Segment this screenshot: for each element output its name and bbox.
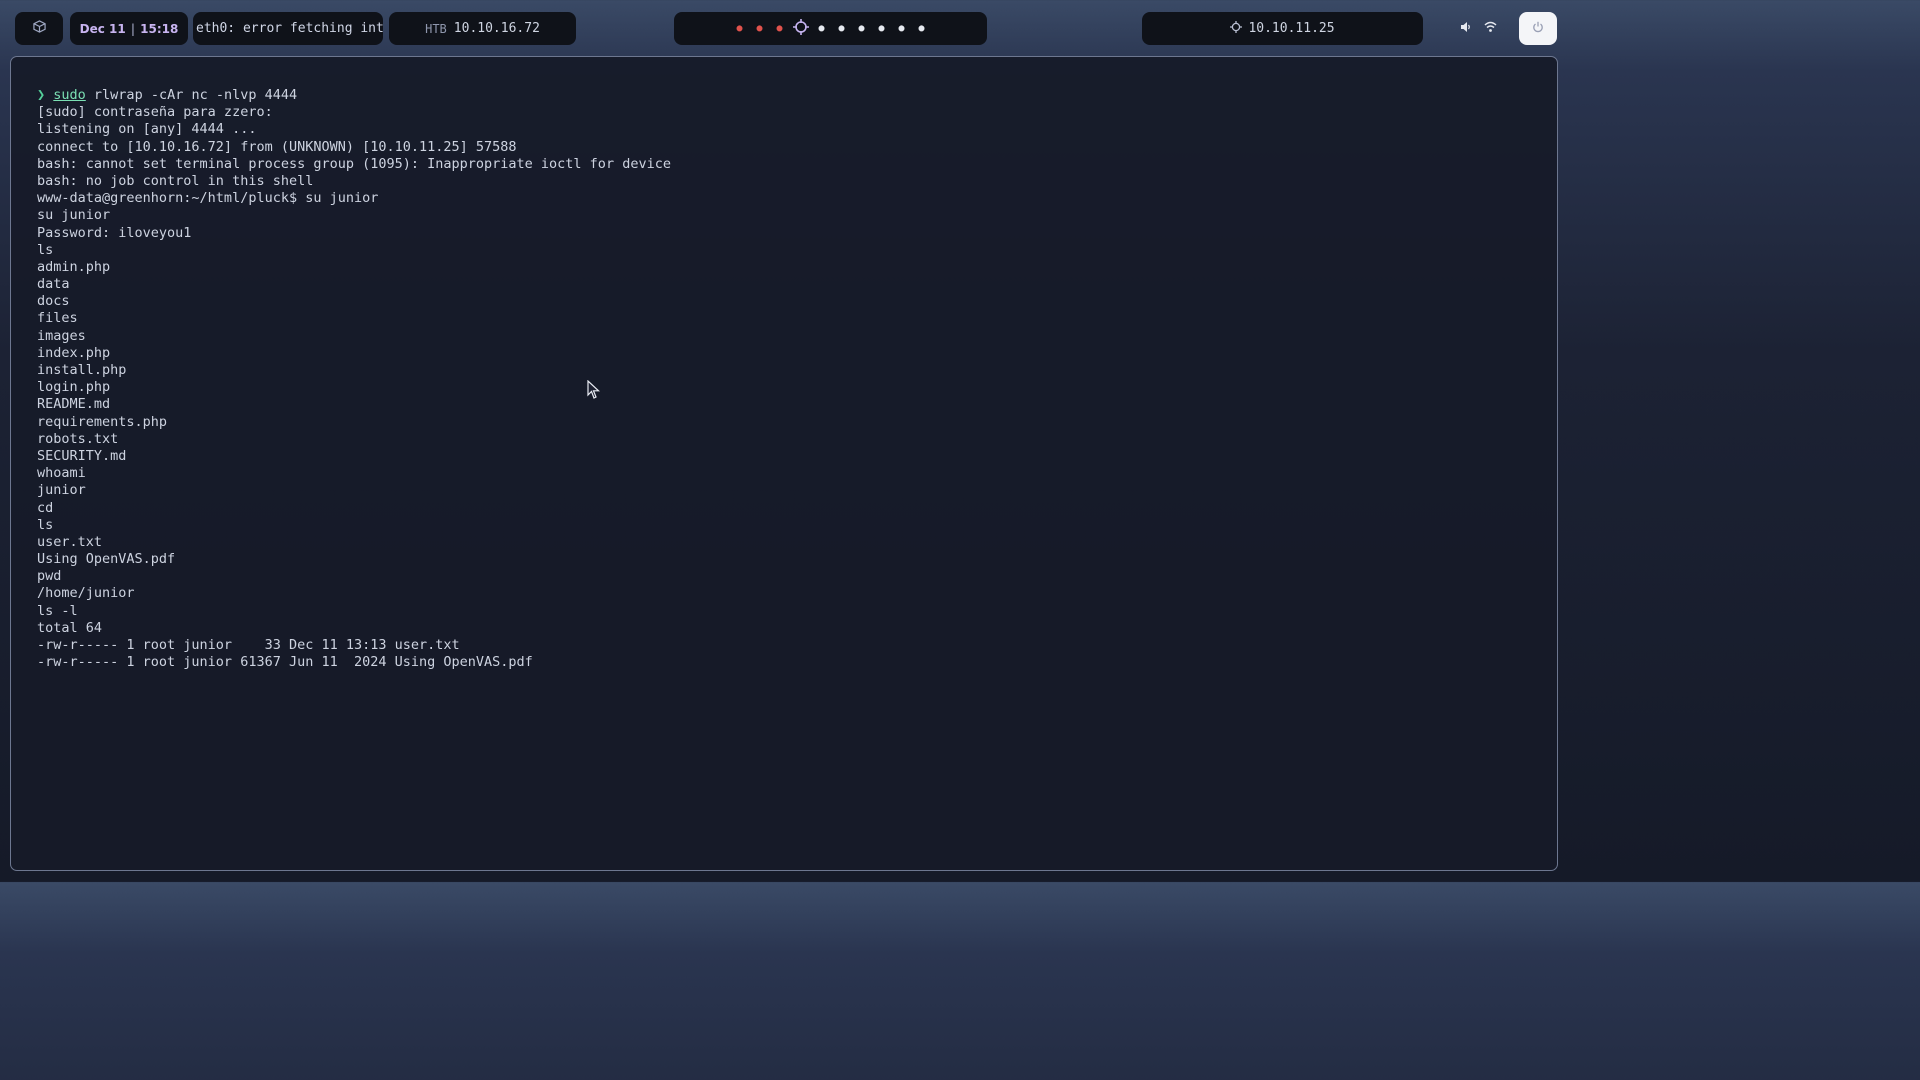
power-button[interactable] [1519, 12, 1557, 45]
terminal-line: login.php [37, 379, 111, 396]
workspace-10[interactable]: ● [912, 23, 932, 34]
command-sudo: sudo [53, 87, 86, 103]
terminal-line: su junior [37, 207, 111, 224]
terminal-line: /home/junior [37, 585, 135, 602]
terminal-window[interactable]: ❯ sudo rlwrap -cAr nc -nlvp 4444 [sudo] … [10, 56, 1558, 871]
terminal-line: ls [37, 516, 54, 533]
terminal-line: pwd [37, 568, 62, 585]
terminal-line: -rw-r----- 1 root junior 61367 Jun 11 20… [37, 654, 533, 671]
terminal-line: cd [37, 499, 54, 516]
date-text: Dec 11 [79, 21, 126, 36]
terminal-line: README.md [37, 396, 111, 413]
terminal-line: files [37, 310, 78, 327]
vpn-status[interactable]: HTB 10.10.16.72 [389, 12, 576, 45]
workspace-9[interactable]: ● [892, 23, 912, 34]
speaker-icon[interactable] [1460, 21, 1472, 37]
prompt-arrow: ❯ [37, 87, 46, 103]
power-icon [1532, 21, 1544, 37]
terminal-line: connect to [10.10.16.72] from (UNKNOWN) … [37, 138, 517, 155]
terminal-line: bash: no job control in this shell [37, 172, 314, 189]
terminal-line: total 64 [37, 619, 103, 636]
terminal-line: [sudo] contraseña para zzero: [37, 104, 273, 121]
separator: | [130, 21, 136, 36]
wifi-icon[interactable] [1483, 21, 1497, 37]
htb-ip: 10.10.16.72 [453, 21, 540, 36]
terminal-line: Using OpenVAS.pdf [37, 551, 176, 568]
terminal-line: -rw-r----- 1 root junior 33 Dec 11 13:13… [37, 637, 460, 653]
terminal-line: docs [37, 293, 70, 310]
terminal-line: whoami [37, 465, 86, 482]
target-status[interactable]: 10.10.11.25 [1142, 12, 1423, 45]
htb-label: HTB [425, 21, 447, 36]
terminal-line: www-data@greenhorn:~/html/pluck$ su juni… [37, 190, 379, 207]
terminal-line: images [37, 327, 86, 344]
workspace-5[interactable]: ● [812, 23, 832, 34]
target-ip: 10.10.11.25 [1248, 21, 1335, 36]
terminal-line: robots.txt [37, 430, 119, 447]
terminal-line: ls [37, 241, 54, 258]
workspace-2[interactable]: ● [750, 23, 770, 34]
crosshair-icon[interactable] [790, 18, 812, 39]
terminal-line: listening on [any] 4444 ... [37, 121, 257, 138]
eth-status-text: eth0: error fetching inter [196, 21, 383, 36]
clock[interactable]: Dec 11 | 15:18 [70, 12, 188, 45]
workspace-8[interactable]: ● [872, 23, 892, 34]
terminal-line: index.php [37, 344, 111, 361]
time-text: 15:18 [140, 21, 179, 36]
terminal-line: user.txt [37, 533, 103, 550]
terminal-line: ls -l [37, 602, 78, 619]
top-bar: Dec 11 | 15:18 eth0: error fetching inte… [0, 0, 1568, 56]
terminal-line: admin.php [37, 258, 111, 275]
workspace-6[interactable]: ● [832, 23, 852, 34]
workspace-7[interactable]: ● [852, 23, 872, 34]
terminal-line: data [37, 276, 70, 293]
terminal-line: requirements.php [37, 413, 168, 430]
target-icon [1230, 20, 1243, 37]
launcher-button[interactable] [15, 12, 63, 45]
terminal-line: junior [37, 482, 86, 499]
terminal-line: SECURITY.md [37, 447, 127, 464]
terminal-line: bash: cannot set terminal process group … [37, 155, 671, 172]
terminal-line: Password: iloveyou1 [37, 224, 192, 241]
terminal-line: install.php [37, 362, 127, 378]
system-tray [1446, 12, 1510, 45]
ethernet-status: eth0: error fetching inter [193, 12, 383, 45]
terminal-output: ❯ sudo rlwrap -cAr nc -nlvp 4444 [sudo] … [37, 87, 671, 671]
workspace-1[interactable]: ● [730, 23, 750, 34]
command-line: ❯ sudo rlwrap -cAr nc -nlvp 4444 [37, 87, 671, 104]
cube-icon [32, 20, 46, 37]
workspace-3[interactable]: ● [770, 23, 790, 34]
workspace-switcher: ● ● ● ● ● ● ● ● ● [674, 12, 987, 45]
command-args: rlwrap -cAr nc -nlvp 4444 [85, 87, 298, 103]
